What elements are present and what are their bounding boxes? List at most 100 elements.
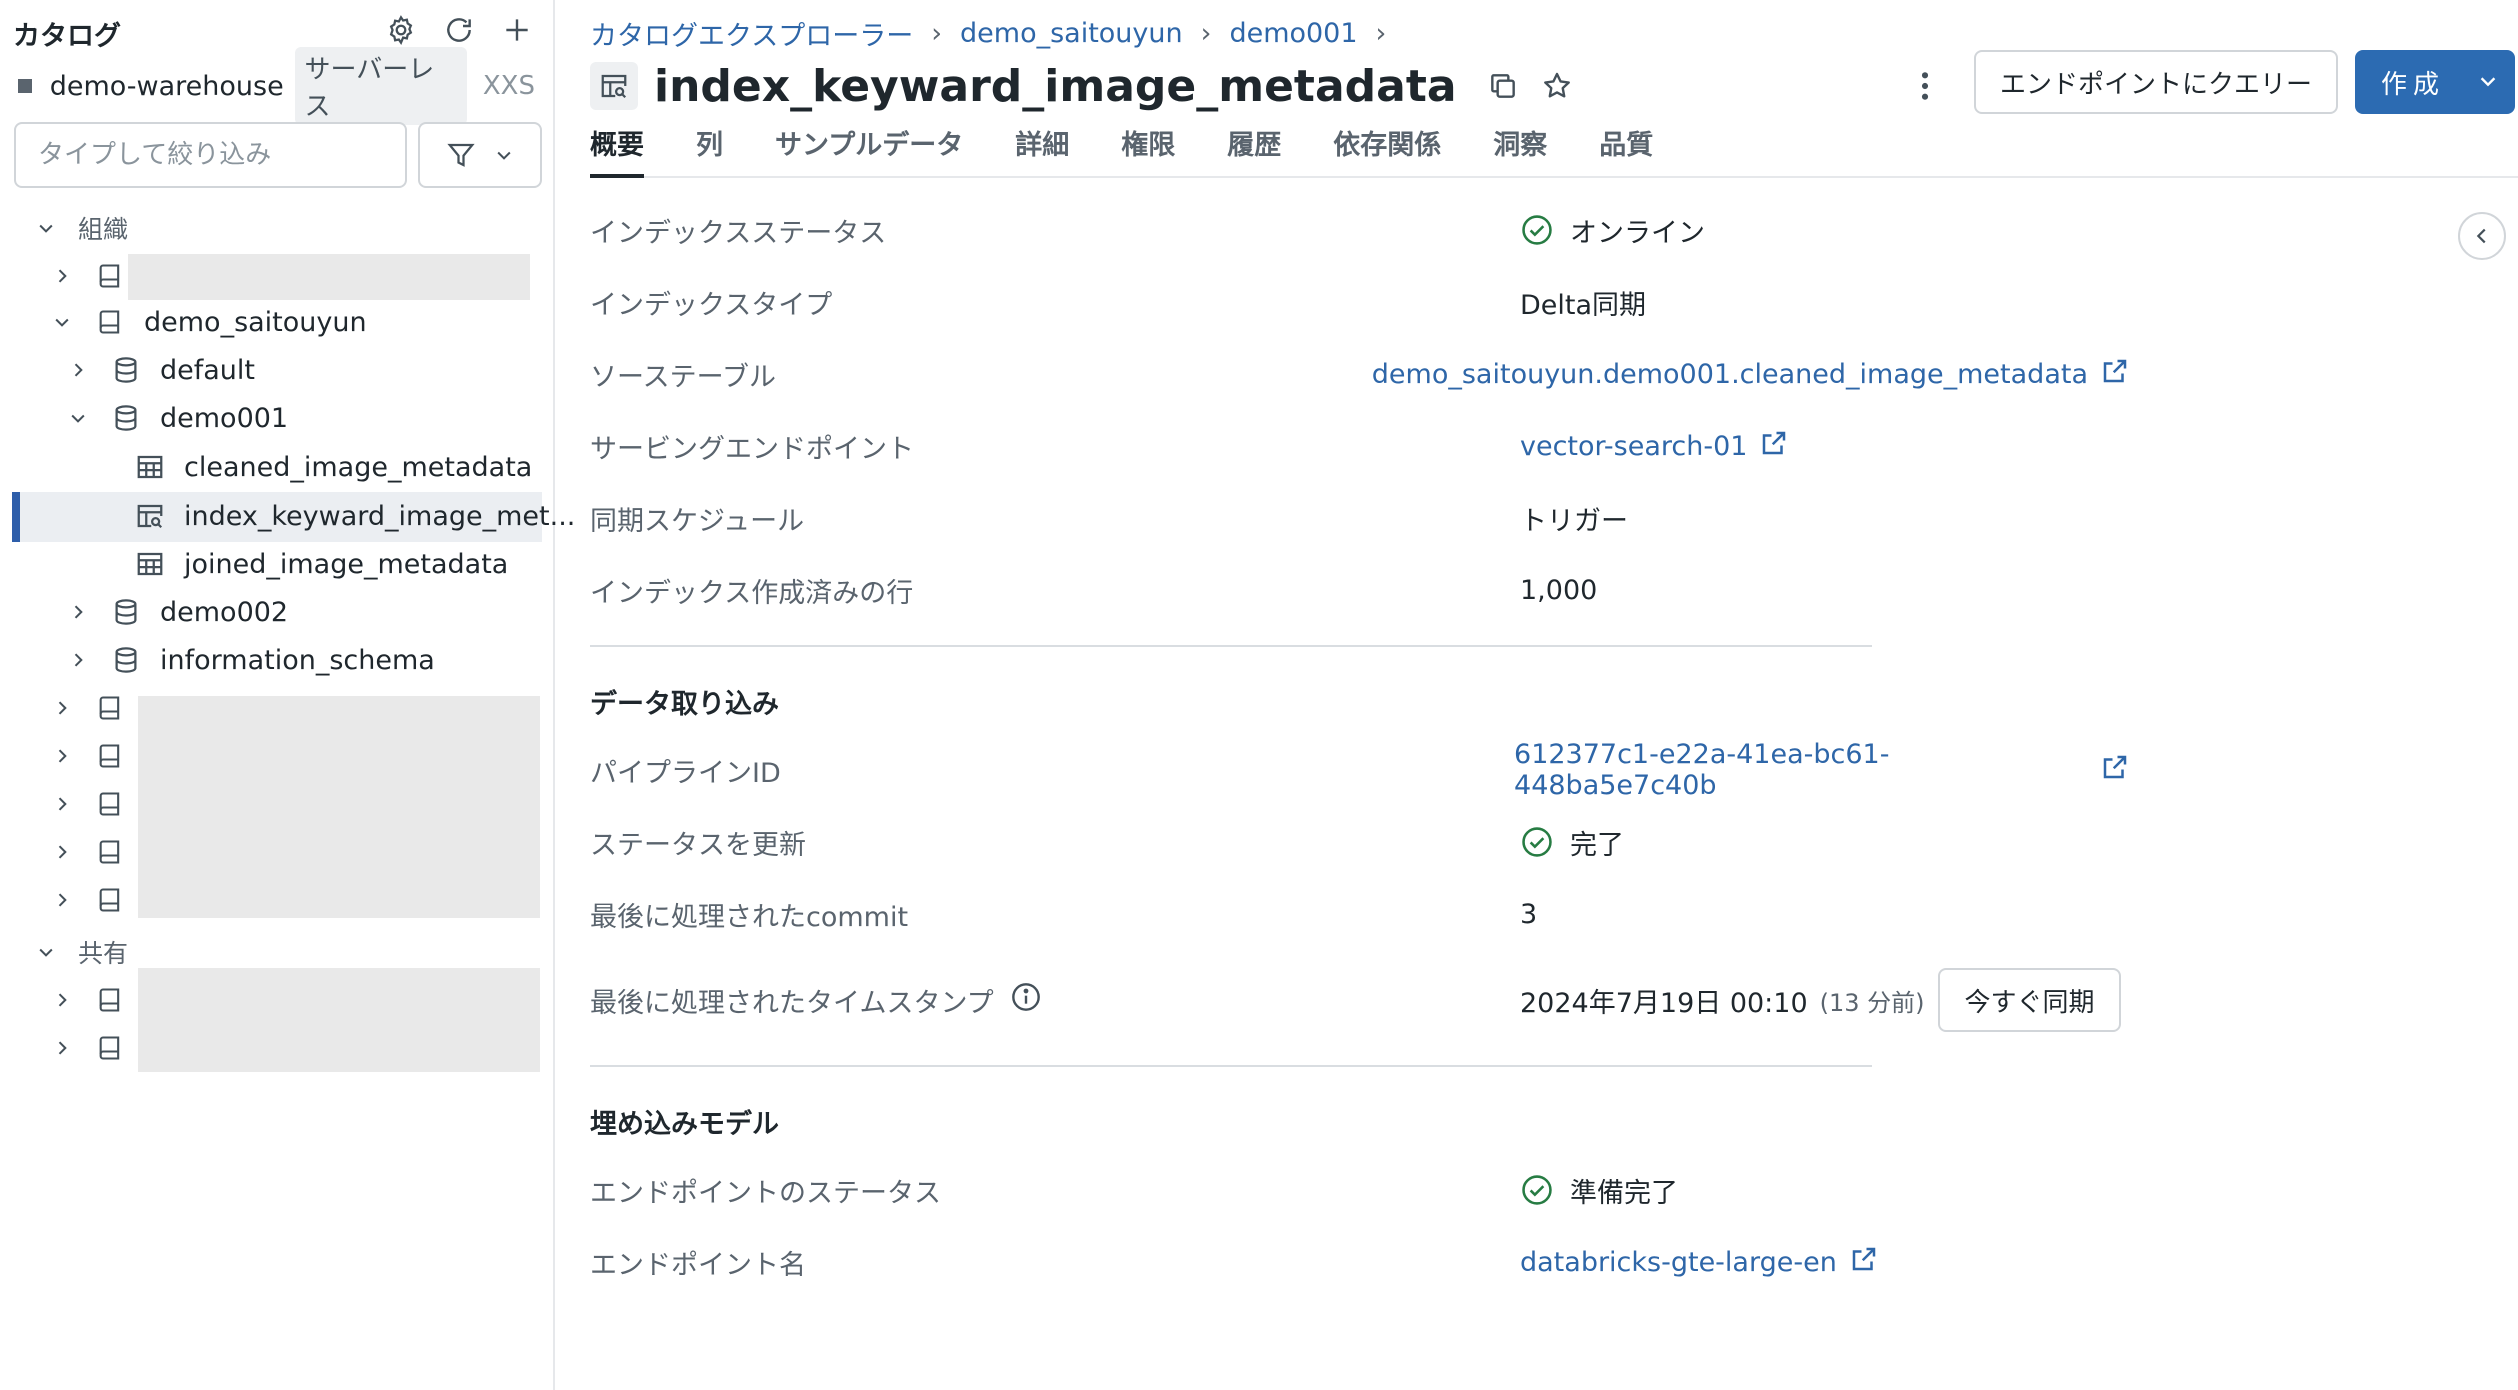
sidebar-toolbar (383, 12, 535, 48)
tree-item-catalog[interactable] (50, 828, 144, 876)
warehouse-selector[interactable]: demo-warehouse... サーバーレス XXS (18, 47, 535, 125)
catalog-icon (94, 788, 126, 820)
tab-quality[interactable]: 品質 (1599, 126, 1653, 178)
group-organization[interactable]: 組織 (34, 204, 128, 252)
info-icon[interactable] (1010, 981, 1042, 1020)
chevron-right-icon: › (1375, 18, 1387, 49)
database-icon (110, 354, 142, 386)
check-circle-icon (1520, 1173, 1554, 1207)
star-icon[interactable] (1535, 64, 1579, 108)
tab-details[interactable]: 詳細 (1015, 126, 1069, 178)
tree-item-catalog[interactable] (50, 732, 144, 780)
settings-icon[interactable] (383, 12, 419, 48)
prop-value: オンライン (1520, 211, 1705, 250)
prop-label: インデックスステータス (590, 217, 887, 249)
group-label: 組織 (78, 215, 129, 244)
prop-value: vector-search-01 (1520, 428, 1789, 465)
table-icon (134, 548, 166, 580)
indexed-rows-value: 1,000 (1520, 574, 1598, 606)
warehouse-status-icon (18, 79, 32, 93)
chevron-right-icon: › (1200, 18, 1212, 49)
tree-item-schema-information[interactable]: information_schema (66, 636, 435, 684)
tree-item-index-selected[interactable]: index_keyward_image_met... (134, 492, 575, 540)
collapse-panel-button[interactable] (2458, 212, 2506, 260)
catalog-icon (94, 692, 126, 724)
tree-item-table-joined[interactable]: joined_image_metadata (134, 540, 508, 588)
create-button-label: 作成 (2381, 69, 2446, 100)
more-options-icon[interactable] (1905, 62, 1945, 110)
tree-item-catalog[interactable] (50, 684, 144, 732)
tab-bar: 概要 列 サンプルデータ 詳細 権限 履歴 依存関係 洞察 品質 (590, 126, 2518, 178)
last-timestamp-label: 最後に処理されたタイムスタンプ (590, 987, 994, 1019)
external-link-icon[interactable] (1849, 1244, 1879, 1281)
tree-item-catalog[interactable] (50, 1024, 144, 1072)
breadcrumb-catalog[interactable]: demo_saitouyun (960, 18, 1183, 49)
redacted-label (128, 254, 530, 300)
tree-item-schema-demo001[interactable]: demo001 (66, 394, 288, 442)
serving-endpoint-link[interactable]: vector-search-01 (1520, 431, 1747, 462)
chevron-down-icon[interactable] (2477, 70, 2499, 92)
chevron-right-icon (50, 988, 74, 1012)
main-content: カタログエクスプローラー › demo_saitouyun › demo001 … (557, 0, 2518, 1390)
copy-icon[interactable] (1481, 64, 1525, 108)
indexed-rows-row: インデックス作成済みの行 1,000 (590, 566, 2130, 614)
query-endpoint-button[interactable]: エンドポイントにクエリー (1974, 50, 2338, 114)
catalog-icon (94, 260, 126, 292)
sidebar-title: カタログ (13, 21, 121, 52)
update-status-row: ステータスを更新 完了 (590, 818, 2130, 866)
tree-item-catalog[interactable] (50, 876, 144, 924)
tab-columns[interactable]: 列 (696, 126, 723, 178)
tab-history[interactable]: 履歴 (1227, 126, 1281, 178)
prop-label: インデックスタイプ (590, 289, 833, 321)
check-circle-icon (1520, 825, 1554, 859)
tab-lineage[interactable]: 依存関係 (1333, 126, 1441, 178)
prop-label: 最後に処理されたcommit (590, 901, 909, 933)
last-commit-value: 3 (1520, 898, 1538, 930)
external-link-icon[interactable] (2100, 356, 2130, 393)
serving-endpoint-row: サービングエンドポイント vector-search-01 (590, 422, 2130, 470)
filter-input[interactable] (14, 122, 407, 188)
refresh-icon[interactable] (441, 12, 477, 48)
chevron-down-icon (34, 216, 58, 240)
external-link-icon[interactable] (2100, 752, 2130, 789)
breadcrumb-catalog-explorer[interactable]: カタログエクスプローラー (590, 14, 913, 53)
sync-schedule-row: 同期スケジュール トリガー (590, 494, 2130, 542)
source-table-link[interactable]: demo_saitouyun.demo001.cleaned_image_met… (1372, 359, 2088, 390)
prop-label: エンドポイントのステータス (590, 1177, 941, 1209)
tree-item-table-cleaned[interactable]: cleaned_image_metadata (134, 443, 532, 491)
ingestion-section-title: データ取り込み (590, 689, 779, 720)
chevron-right-icon (50, 744, 74, 768)
pipeline-id-link[interactable]: 612377c1-e22a-41ea-bc61-448ba5e7c40b (1514, 739, 2088, 801)
tree-item-catalog[interactable] (50, 976, 144, 1024)
chevron-down-icon (497, 151, 511, 160)
sync-now-button[interactable]: 今すぐ同期 (1938, 968, 2121, 1032)
endpoint-name-row: エンドポイント名 databricks-gte-large-en (590, 1238, 2130, 1286)
group-label: 共有 (78, 939, 129, 968)
prop-value: 準備完了 (1520, 1171, 1678, 1210)
tree-item-schema-default[interactable]: default (66, 346, 255, 394)
chevron-right-icon (50, 792, 74, 816)
tab-overview[interactable]: 概要 (590, 126, 644, 178)
endpoint-name-link[interactable]: databricks-gte-large-en (1520, 1247, 1837, 1278)
tree-item-schema-demo002[interactable]: demo002 (66, 588, 288, 636)
tab-permissions[interactable]: 権限 (1121, 126, 1175, 178)
external-link-icon[interactable] (1759, 428, 1789, 465)
chevron-left-icon (2476, 228, 2486, 244)
tab-sample-data[interactable]: サンプルデータ (775, 126, 963, 178)
tree-item-catalog-demo-saitouyun[interactable]: demo_saitouyun (50, 298, 367, 346)
filter-button[interactable] (418, 122, 542, 188)
breadcrumb-schema[interactable]: demo001 (1229, 18, 1357, 49)
prop-label: パイプラインID (590, 757, 781, 789)
add-icon[interactable] (499, 12, 535, 48)
create-button[interactable]: 作成 (2355, 50, 2515, 114)
last-timestamp-value: 2024年7月19日 00:10 (1520, 987, 1808, 1019)
tree-item-label: demo001 (160, 402, 289, 434)
catalog-icon (94, 306, 126, 338)
catalog-sidebar: カタログ demo-warehouse... サーバーレス XXS 組織 (0, 0, 575, 1390)
group-shared[interactable]: 共有 (34, 928, 128, 976)
pipeline-id-row: パイプラインID 612377c1-e22a-41ea-bc61-448ba5e… (590, 739, 2130, 801)
tree-item-catalog[interactable] (50, 780, 144, 828)
chevron-right-icon (66, 648, 90, 672)
catalog-icon (94, 884, 126, 916)
tab-insights[interactable]: 洞察 (1493, 126, 1547, 178)
